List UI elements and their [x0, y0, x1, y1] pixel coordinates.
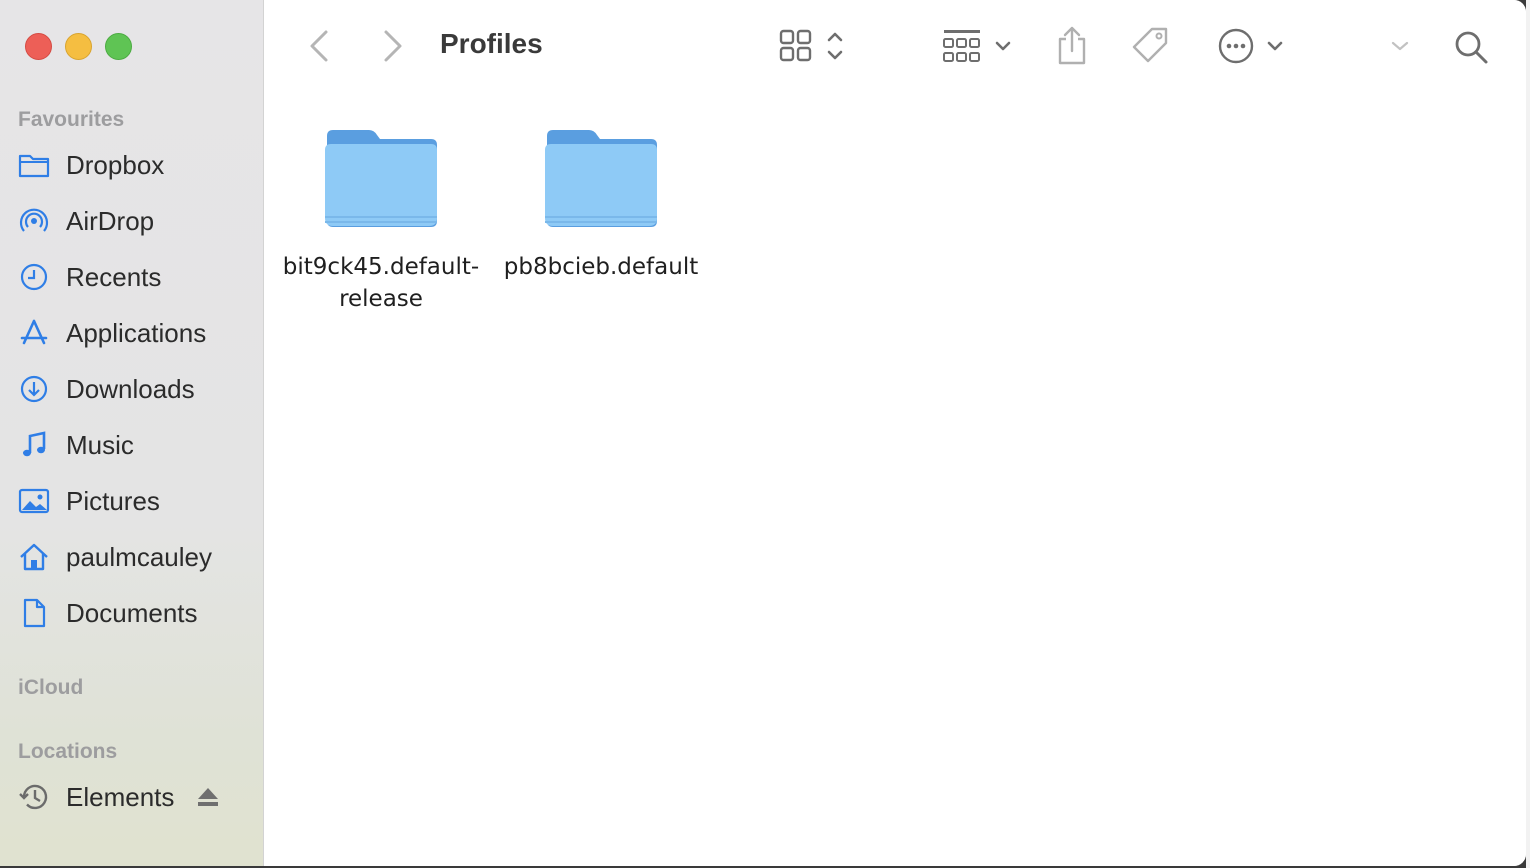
- sidebar-item-label: Applications: [66, 317, 207, 348]
- folder-icon: [545, 130, 657, 227]
- sidebar-item-label: Documents: [66, 597, 198, 628]
- sidebar-item-label: paulmcauley: [66, 541, 212, 572]
- tag-button[interactable]: [1130, 24, 1172, 68]
- sidebar: Favourites Dropbox AirDrop Recents Appli…: [0, 0, 264, 866]
- background-window-edge: [1526, 0, 1530, 868]
- main-content: Profiles bit9ck45.default- release pb8bc…: [264, 0, 1526, 866]
- sidebar-item-label: Pictures: [66, 485, 160, 516]
- more-actions-button[interactable]: [1216, 24, 1288, 68]
- locations-heading[interactable]: Locations: [18, 740, 117, 764]
- file-name-line2: release: [339, 286, 423, 312]
- sidebar-item-applications[interactable]: Applications: [18, 313, 258, 353]
- close-button[interactable]: [25, 33, 52, 60]
- eject-icon[interactable]: [196, 786, 220, 813]
- search-button[interactable]: [1452, 24, 1490, 68]
- download-icon: [18, 373, 56, 405]
- forward-button[interactable]: [376, 24, 408, 68]
- sidebar-item-home[interactable]: paulmcauley: [18, 537, 258, 577]
- sidebar-item-recents[interactable]: Recents: [18, 257, 258, 297]
- document-icon: [18, 597, 56, 629]
- folder-icon: [325, 130, 437, 227]
- applications-icon: [18, 317, 56, 349]
- share-button[interactable]: [1054, 24, 1090, 68]
- ellipsis-circle-icon: [1218, 28, 1283, 64]
- airdrop-icon: [18, 205, 56, 237]
- icloud-heading[interactable]: iCloud: [18, 676, 83, 700]
- group-by-button[interactable]: [942, 24, 1016, 68]
- sidebar-item-label: Music: [66, 429, 134, 460]
- clock-icon: [18, 261, 56, 293]
- share-icon: [1058, 26, 1086, 65]
- zoom-button[interactable]: [105, 33, 132, 60]
- sidebar-item-dropbox[interactable]: Dropbox: [18, 145, 258, 185]
- sidebar-item-label: Downloads: [66, 373, 195, 404]
- tag-icon: [1132, 27, 1168, 63]
- chevron-left-icon: [310, 30, 328, 62]
- sidebar-item-airdrop[interactable]: AirDrop: [18, 201, 258, 241]
- sidebar-item-music[interactable]: Music: [18, 425, 258, 465]
- sidebar-item-label: Elements: [66, 781, 175, 812]
- sidebar-item-label: AirDrop: [66, 205, 155, 236]
- time-machine-icon: [18, 781, 56, 813]
- minimize-button[interactable]: [65, 33, 92, 60]
- chevron-right-icon: [384, 30, 402, 62]
- file-name: pb8bcieb.default: [503, 254, 699, 280]
- view-mode-button[interactable]: [778, 24, 854, 68]
- sidebar-item-pictures[interactable]: Pictures: [18, 481, 258, 521]
- file-name: bit9ck45.default-: [282, 254, 480, 280]
- folder-item[interactable]: pb8bcieb.default: [496, 126, 706, 283]
- music-note-icon: [18, 429, 56, 461]
- sidebar-item-label: Recents: [66, 261, 162, 292]
- finder-window: Favourites Dropbox AirDrop Recents Appli…: [0, 0, 1526, 866]
- sidebar-item-downloads[interactable]: Downloads: [18, 369, 258, 409]
- sidebar-item-documents[interactable]: Documents: [18, 593, 258, 633]
- chevron-down-icon: [1391, 41, 1409, 51]
- toolbar-overflow-button[interactable]: [1390, 24, 1410, 68]
- back-button[interactable]: [304, 24, 336, 68]
- sidebar-item-label: Dropbox: [66, 149, 165, 180]
- search-icon: [1455, 31, 1488, 64]
- icon-view-icon: [779, 29, 843, 62]
- photo-icon: [18, 485, 56, 517]
- window-title: Profiles: [440, 28, 543, 59]
- favourites-heading: Favourites: [18, 108, 125, 131]
- home-icon: [18, 541, 56, 573]
- folder-icon: [18, 149, 56, 181]
- sidebar-item-elements[interactable]: Elements: [18, 777, 258, 817]
- folder-item[interactable]: bit9ck45.default- release: [276, 126, 486, 315]
- group-grid-icon: [943, 30, 1011, 62]
